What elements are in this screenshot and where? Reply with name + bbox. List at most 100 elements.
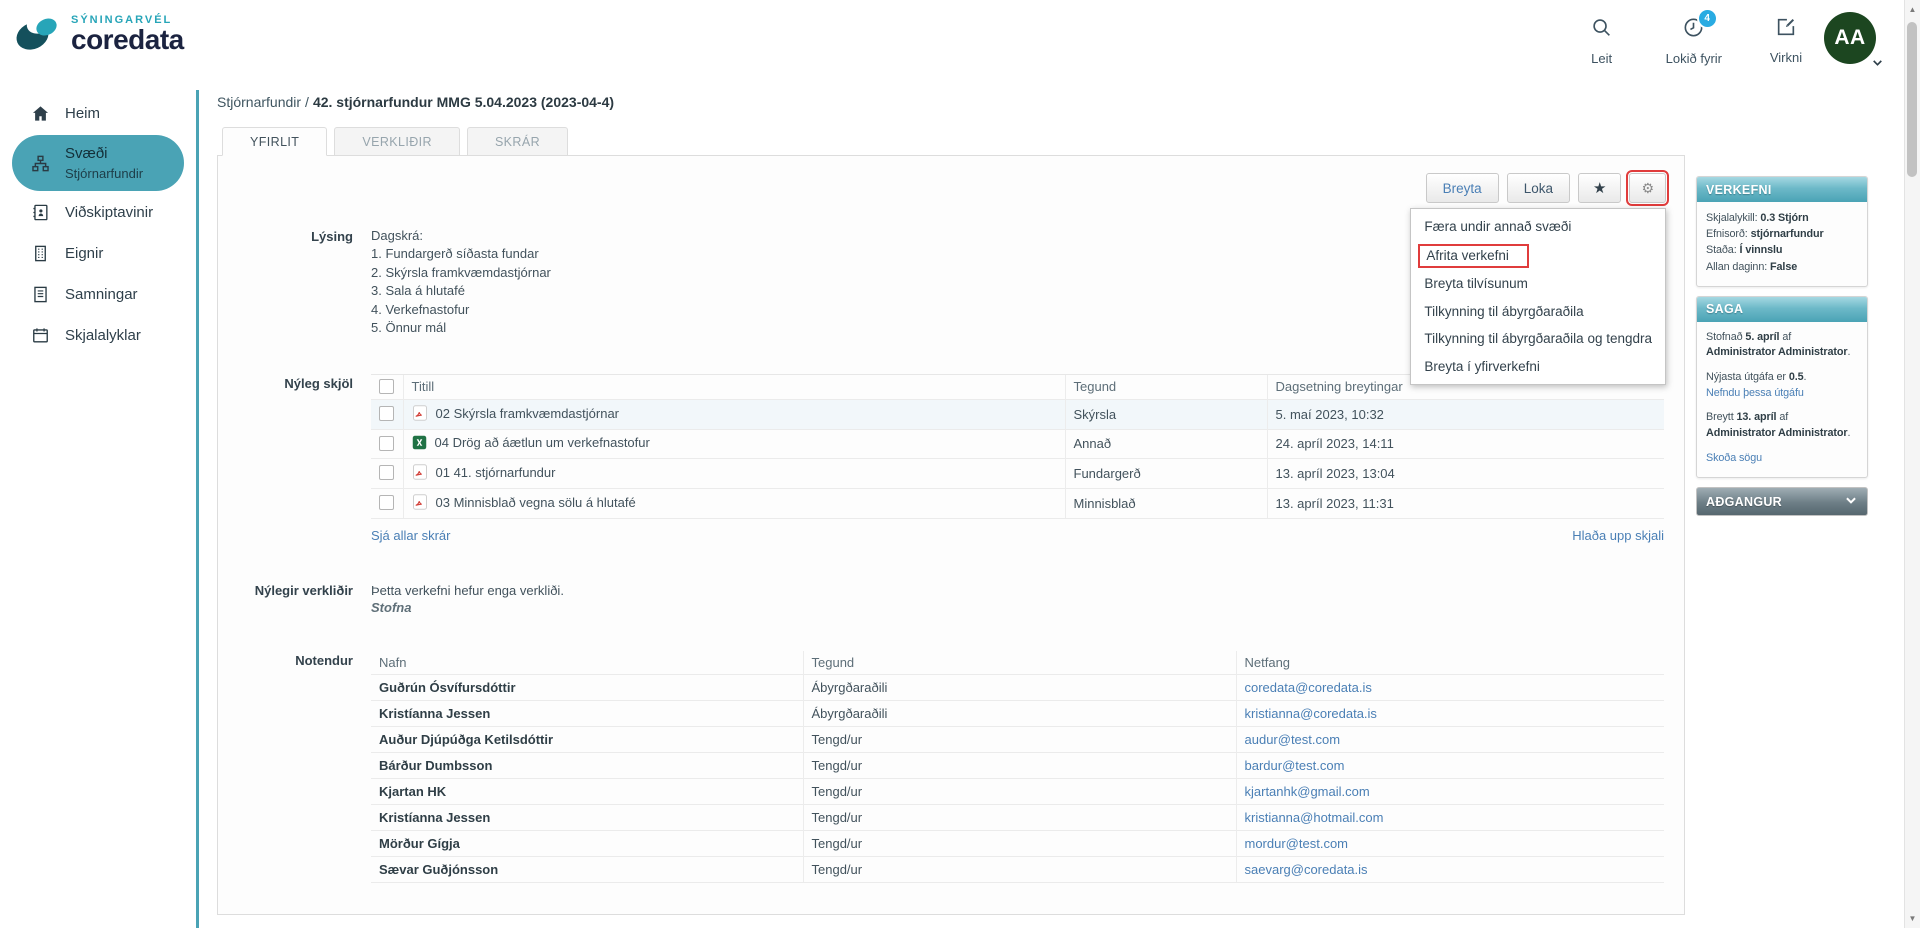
- menu-item[interactable]: Breyta í yfirverkefni: [1411, 353, 1665, 381]
- header-actions: Leit 4 Lokið fyrir Virkni: [1580, 16, 1808, 66]
- sidebar-item-vidskiptavinir[interactable]: Viðskiptavinir: [12, 193, 184, 232]
- documents-table: Titill Tegund Dagsetning breytingar 02 S…: [371, 374, 1664, 519]
- menu-item[interactable]: Tilkynning til ábyrgðaraðila og tengdra: [1411, 325, 1665, 353]
- notification-badge: 4: [1697, 8, 1718, 29]
- user-email-link[interactable]: kristianna@hotmail.com: [1245, 810, 1384, 825]
- sidebar-item-label: Skjalalyklar: [65, 327, 141, 344]
- description-label: Lýsing: [218, 227, 353, 246]
- user-email-link[interactable]: coredata@coredata.is: [1245, 680, 1372, 695]
- history-panel: SAGA Stofnað 5. apríl af Administrator A…: [1696, 296, 1868, 478]
- user-menu[interactable]: AA: [1824, 12, 1884, 76]
- pdf-file-icon: [412, 494, 428, 513]
- document-title[interactable]: 02 Skýrsla framkvæmdastjórnar: [436, 406, 620, 421]
- tab-yfirlit[interactable]: YFIRLIT: [222, 127, 327, 156]
- select-all-checkbox[interactable]: [379, 379, 394, 394]
- user-email-link[interactable]: kristianna@coredata.is: [1245, 706, 1377, 721]
- document-row: 01 41. stjórnarfundurFundargerð13. apríl…: [371, 458, 1664, 488]
- sidebar-item-samningar[interactable]: Samningar: [12, 275, 184, 314]
- project-field: Efnisorð: stjórnarfundur: [1706, 226, 1858, 242]
- worksteps-section: Nýlegir verkliðir Þetta verkefni hefur e…: [218, 581, 1684, 616]
- sidebar-item-heim[interactable]: Heim: [12, 94, 184, 133]
- tab-verklidir[interactable]: VERKLIÐIR: [334, 127, 460, 156]
- close-button[interactable]: Loka: [1507, 173, 1570, 203]
- done-for-action[interactable]: 4 Lokið fyrir: [1666, 16, 1722, 66]
- pdf-file-icon: [412, 405, 428, 424]
- calendar-icon: [30, 326, 50, 345]
- history-panel-body: Stofnað 5. apríl af Administrator Admini…: [1697, 322, 1867, 477]
- sidebar-item-svaedi[interactable]: SvæðiStjórnarfundir: [12, 135, 184, 191]
- sidebar-item-skjalalyklar[interactable]: Skjalalyklar: [12, 316, 184, 355]
- user-type: Tengd/ur: [803, 805, 1236, 831]
- vertical-scrollbar[interactable]: ▲ ▼: [1904, 0, 1920, 928]
- menu-item[interactable]: Færa undir annað svæði: [1411, 213, 1665, 241]
- access-panel-header[interactable]: AÐGANGUR: [1696, 487, 1868, 516]
- column-header-titill[interactable]: Titill: [403, 374, 1065, 399]
- project-panel-header: VERKEFNI: [1697, 177, 1867, 202]
- document-type: Minnisblað: [1065, 488, 1267, 518]
- tab-skrar[interactable]: SKRÁR: [467, 127, 568, 156]
- user-email-link[interactable]: mordur@test.com: [1245, 836, 1349, 851]
- user-email-link[interactable]: bardur@test.com: [1245, 758, 1345, 773]
- user-name: Sævar Guðjónsson: [379, 862, 498, 877]
- main-content: Stjórnarfundir/42. stjórnarfundur MMG 5.…: [217, 90, 1685, 928]
- column-header-netfang[interactable]: Netfang: [1236, 651, 1664, 675]
- history-link-line: Skoða sögu: [1706, 451, 1858, 467]
- row-checkbox[interactable]: [379, 406, 394, 421]
- user-type: Tengd/ur: [803, 753, 1236, 779]
- sidebar-item-label: Viðskiptavinir: [65, 204, 153, 221]
- column-header-tegund[interactable]: Tegund: [1065, 374, 1267, 399]
- search-icon: [1590, 16, 1613, 44]
- sidebar-item-eignir[interactable]: Eignir: [12, 234, 184, 273]
- sitemap-icon: [30, 154, 50, 173]
- chevron-down-icon: [1871, 56, 1884, 74]
- excel-file-icon: [412, 435, 427, 453]
- document-type: Fundargerð: [1065, 458, 1267, 488]
- toolbar: Breyta Loka ★ ⚙: [218, 156, 1684, 203]
- document-title[interactable]: 03 Minnisblað vegna sölu á hlutafé: [436, 495, 636, 510]
- user-email-link[interactable]: saevarg@coredata.is: [1245, 862, 1368, 877]
- search-action[interactable]: Leit: [1580, 16, 1624, 66]
- home-icon: [30, 104, 50, 123]
- menu-item[interactable]: Breyta tilvísunum: [1411, 270, 1665, 298]
- column-header-nafn[interactable]: Nafn: [371, 651, 803, 675]
- scroll-down-arrow[interactable]: ▼: [1905, 914, 1920, 923]
- user-email-link[interactable]: kjartanhk@gmail.com: [1245, 784, 1370, 799]
- user-type: Ábyrgðaraðili: [803, 701, 1236, 727]
- menu-item[interactable]: Afrita verkefni: [1411, 241, 1665, 271]
- favorite-star-button[interactable]: ★: [1578, 173, 1621, 203]
- logo-name: coredata: [71, 27, 184, 54]
- user-email-link[interactable]: audur@test.com: [1245, 732, 1341, 747]
- row-checkbox[interactable]: [379, 436, 394, 451]
- coredata-logo[interactable]: SÝNINGARVÉL coredata: [16, 13, 184, 55]
- menu-item[interactable]: Tilkynning til ábyrgðaraðila: [1411, 298, 1665, 326]
- document-icon: [30, 285, 50, 304]
- create-workstep-link[interactable]: Stofna: [371, 600, 1664, 615]
- document-title[interactable]: 04 Drög að áætlun um verkefnastofur: [435, 435, 650, 450]
- upload-document-link[interactable]: Hlaða upp skjali: [1572, 528, 1664, 543]
- row-checkbox[interactable]: [379, 495, 394, 510]
- right-sidebar: VERKEFNI Skjalalykill: 0.3 StjórnEfnisor…: [1696, 176, 1868, 516]
- history-text-line: Nýjasta útgáfa er 0.5.: [1706, 370, 1858, 386]
- sidebar-divider: [196, 90, 199, 928]
- activity-action[interactable]: Virkni: [1764, 16, 1808, 66]
- document-date: 24. apríl 2023, 14:11: [1267, 429, 1664, 458]
- history-link[interactable]: Nefndu þessa útgáfu: [1706, 387, 1804, 399]
- column-header-user-tegund[interactable]: Tegund: [803, 651, 1236, 675]
- pdf-file-icon: [412, 464, 428, 483]
- breadcrumb-parent[interactable]: Stjórnarfundir: [217, 94, 301, 110]
- user-type: Tengd/ur: [803, 831, 1236, 857]
- scroll-up-arrow[interactable]: ▲: [1905, 5, 1920, 14]
- history-text-line: Breytt 13. apríl af Administrator Admini…: [1706, 410, 1858, 441]
- worksteps-empty-text: Þetta verkefni hefur enga verkliði.: [371, 581, 1664, 601]
- document-title[interactable]: 01 41. stjórnarfundur: [436, 465, 556, 480]
- gear-settings-button[interactable]: ⚙: [1629, 173, 1666, 203]
- edit-button[interactable]: Breyta: [1426, 173, 1499, 203]
- scrollbar-thumb[interactable]: [1907, 22, 1917, 177]
- app-root: SÝNINGARVÉL coredata Leit 4 Lokið fyrir …: [0, 0, 1920, 928]
- see-all-files-link[interactable]: Sjá allar skrár: [371, 528, 450, 543]
- user-row: Auður Djúpúðga KetilsdóttirTengd/uraudur…: [371, 727, 1664, 753]
- row-checkbox[interactable]: [379, 465, 394, 480]
- recent-documents-section: Nýleg skjöl Titill Tegund Dagsetning bre…: [218, 374, 1684, 543]
- user-row: Mörður GígjaTengd/urmordur@test.com: [371, 831, 1664, 857]
- history-link[interactable]: Skoða sögu: [1706, 452, 1762, 464]
